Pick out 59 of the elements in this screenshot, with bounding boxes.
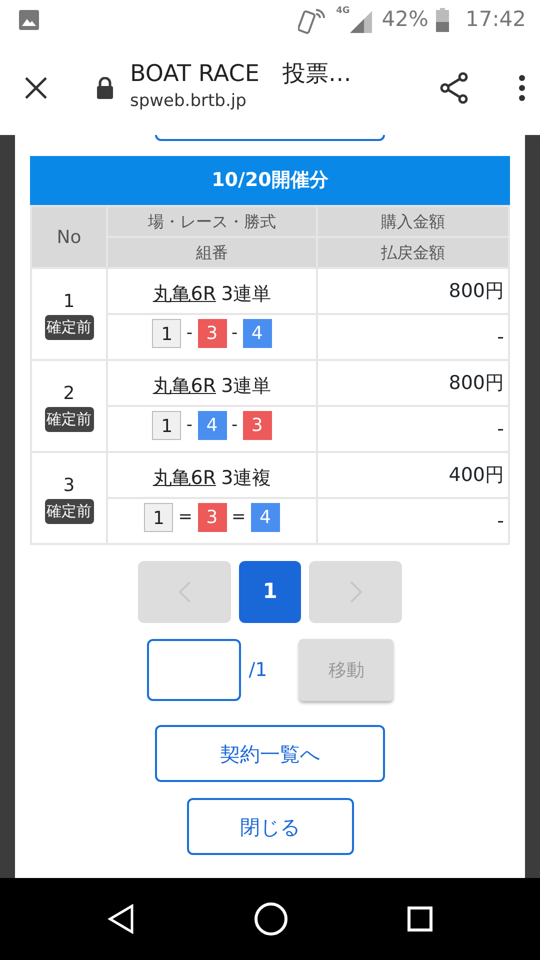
battery-percent: 42% [382, 6, 428, 34]
back-icon[interactable] [107, 904, 135, 934]
cut-off-button[interactable] [155, 135, 385, 141]
combination-separator: = [232, 506, 246, 529]
amount-cell: 800円 [317, 268, 509, 314]
page-button[interactable]: 1 [239, 561, 301, 623]
bet-type: 3連複 [221, 467, 272, 490]
battery-icon [436, 8, 450, 32]
race-link[interactable]: 丸亀6R [152, 283, 216, 306]
amount-cell: 400円 [317, 452, 509, 498]
page-total: /1 [248, 658, 268, 683]
home-icon[interactable] [253, 901, 289, 937]
boat-number: 3 [198, 319, 226, 348]
clock-time: 17:42 [465, 6, 526, 34]
boat-number: 4 [242, 319, 272, 348]
combination-separator: - [186, 322, 192, 345]
page-url: spweb.brtb.jp [130, 90, 248, 113]
race-link[interactable]: 丸亀6R [152, 467, 216, 490]
race-link[interactable]: 丸亀6R [152, 375, 216, 398]
boat-number: 1 [152, 411, 182, 440]
payout-cell: - [317, 498, 509, 544]
close-button[interactable]: 閉じる [186, 798, 354, 855]
contract-list-button[interactable]: 契約一覧へ [155, 725, 385, 782]
payout-cell: - [317, 406, 509, 452]
column-header: No [31, 206, 107, 268]
column-header: 場・レース・勝式 [107, 206, 317, 237]
page-title: BOAT RACE 投票… [130, 60, 352, 89]
combination-separator: = [178, 506, 192, 529]
recents-icon[interactable] [407, 906, 433, 932]
status-badge: 確定前 [44, 499, 94, 524]
row-number: 2 [63, 382, 75, 406]
row-number: 3 [63, 474, 75, 498]
boat-number: 4 [250, 503, 280, 532]
amount-cell: 800円 [317, 360, 509, 406]
payout-cell: - [317, 314, 509, 360]
share-icon[interactable] [438, 72, 470, 104]
boat-number: 1 [144, 503, 174, 532]
gallery-icon [18, 9, 40, 31]
page-input[interactable] [146, 639, 241, 701]
section-title: 10/20開催分 [30, 156, 510, 205]
bet-type: 3連単 [221, 375, 272, 398]
bet-type: 3連単 [221, 283, 272, 306]
column-header: 購入金額 [317, 206, 509, 237]
boat-number: 3 [242, 411, 272, 440]
column-header: 組番 [107, 237, 317, 268]
combination-separator: - [232, 414, 238, 437]
network-type: 4G [336, 7, 350, 16]
lock-icon [96, 76, 114, 98]
combination-separator: - [232, 322, 238, 345]
boat-number: 3 [198, 503, 226, 532]
boat-number: 1 [152, 319, 182, 348]
boat-number: 4 [198, 411, 226, 440]
more-icon[interactable] [518, 74, 526, 102]
combination-separator: - [186, 414, 192, 437]
status-badge: 確定前 [44, 315, 94, 340]
column-header: 払戻金額 [317, 237, 509, 268]
row-number: 1 [63, 290, 75, 314]
close-icon[interactable] [24, 76, 48, 100]
status-badge: 確定前 [44, 407, 94, 432]
